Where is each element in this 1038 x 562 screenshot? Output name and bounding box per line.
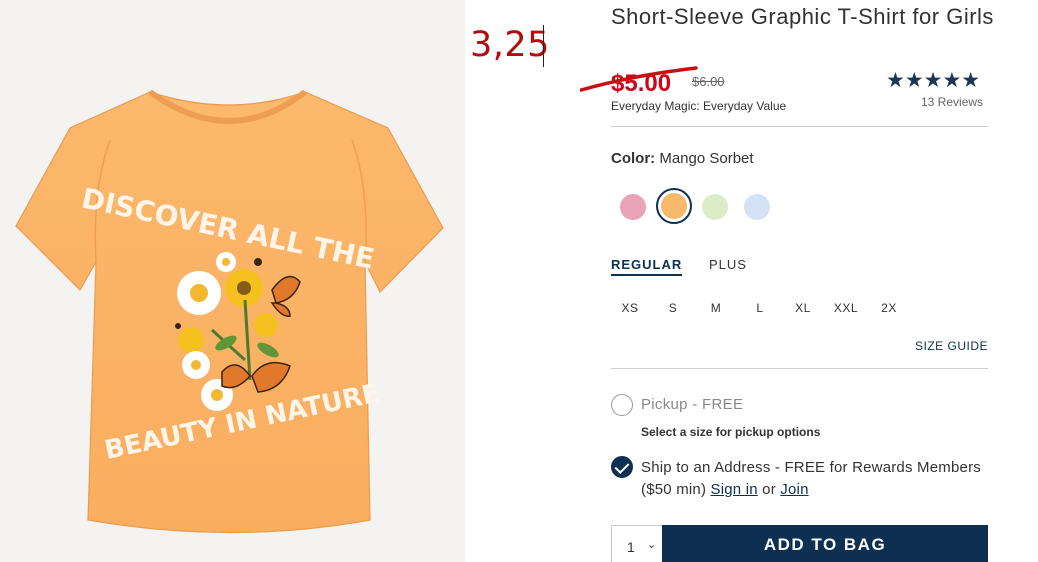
pickup-radio[interactable] <box>611 394 633 416</box>
color-label-prefix: Color: <box>611 150 656 167</box>
quantity-value: 1 <box>627 539 635 555</box>
size-xl[interactable]: XL <box>783 301 823 315</box>
or-text: or <box>762 481 776 498</box>
pickup-label: Pickup - FREE <box>641 396 744 413</box>
t-shirt-illustration: DISCOVER ALL THE BEAUTY IN NATURE <box>15 89 444 534</box>
swatch-pink[interactable] <box>620 194 646 220</box>
sign-in-link[interactable]: Sign in <box>711 481 758 498</box>
ship-to-address-text: Ship to an Address - FREE for Rewards Me… <box>641 457 981 501</box>
add-to-bag-button[interactable]: ADD TO BAG <box>662 525 988 562</box>
size-guide-link[interactable]: SIZE GUIDE <box>915 339 988 353</box>
chevron-down-icon: ⌄ <box>647 539 657 551</box>
pickup-note: Select a size for pickup options <box>641 425 821 439</box>
ship-radio-checked[interactable] <box>611 456 633 478</box>
size-xxl[interactable]: XXL <box>826 301 866 315</box>
size-m[interactable]: M <box>696 301 736 315</box>
size-xs[interactable]: XS <box>610 301 650 315</box>
size-l[interactable]: L <box>740 301 780 315</box>
product-title: Short-Sleeve Graphic T-Shirt for Girls <box>611 4 994 29</box>
size-2x[interactable]: 2X <box>869 301 909 315</box>
rating-stars[interactable]: ★★★★★ <box>886 69 980 93</box>
tab-regular[interactable]: REGULAR <box>611 257 683 276</box>
swatch-mango-sorbet[interactable] <box>661 193 687 219</box>
divider <box>611 126 988 127</box>
promo-text: Everyday Magic: Everyday Value <box>611 99 787 113</box>
tab-plus[interactable]: PLUS <box>709 257 747 272</box>
swatch-mint[interactable] <box>702 194 728 220</box>
swatch-light-blue[interactable] <box>744 194 770 220</box>
join-link[interactable]: Join <box>780 481 808 498</box>
red-strike-mark <box>580 66 698 92</box>
text-cursor <box>543 25 544 67</box>
product-image[interactable]: DISCOVER ALL THE BEAUTY IN NATURE <box>0 0 465 562</box>
selected-color-name: Mango Sorbet <box>659 150 754 167</box>
size-s[interactable]: S <box>653 301 693 315</box>
ship-label: Ship to an Address - FREE for Rewards Me… <box>641 459 981 498</box>
divider <box>611 368 988 369</box>
reviews-link[interactable]: 13 Reviews <box>921 95 983 109</box>
quantity-select[interactable]: 1 ⌄ <box>611 525 663 562</box>
color-label: Color: Mango Sorbet <box>611 150 754 167</box>
handwritten-price-annotation: 3,25 <box>470 25 550 65</box>
